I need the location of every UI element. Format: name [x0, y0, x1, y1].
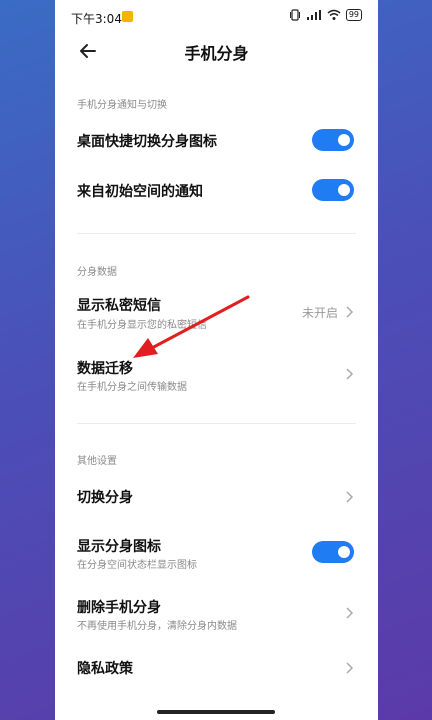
switch-clone-row[interactable]: 切换分身 — [55, 482, 378, 514]
divider — [77, 423, 356, 424]
divider — [77, 233, 356, 234]
initial-space-notice-label: 来自初始空间的通知 — [77, 184, 203, 200]
signal-icon — [306, 10, 321, 20]
chevron-right-icon — [346, 306, 354, 318]
private-sms-row[interactable]: 显示私密短信 在手机分身显示您的私密短信 未开启 — [55, 293, 378, 333]
initial-space-notice-row[interactable]: 来自初始空间的通知 — [55, 175, 378, 207]
private-sms-label: 显示私密短信 — [77, 298, 161, 314]
show-clone-icon-switch[interactable] — [312, 541, 354, 563]
home-indicator — [157, 710, 275, 714]
header: 手机分身 — [55, 34, 378, 68]
section-header-other: 其他设置 — [77, 456, 117, 467]
privacy-policy-label: 隐私政策 — [77, 661, 133, 677]
status-icons: 99 — [289, 9, 362, 21]
chevron-right-icon — [346, 607, 354, 619]
status-bar: 下午3:04 99 — [55, 0, 378, 34]
battery-icon: 99 — [345, 9, 362, 21]
page-title: 手机分身 — [184, 44, 249, 63]
chevron-right-icon — [346, 368, 354, 380]
data-migration-row[interactable]: 数据迁移 在手机分身之间传输数据 — [55, 356, 378, 396]
private-sms-sub: 在手机分身显示您的私密短信 — [77, 320, 207, 331]
private-sms-value: 未开启 — [301, 306, 338, 320]
delete-clone-row[interactable]: 删除手机分身 不再使用手机分身，清除分身内数据 — [55, 595, 378, 635]
delete-clone-sub: 不再使用手机分身，清除分身内数据 — [77, 621, 237, 632]
phone-screen: 下午3:04 99 手机分身 手机分身通知与切换 桌面快捷切换分身图标 来自初始… — [55, 0, 378, 720]
notification-icon — [122, 11, 133, 22]
data-migration-label: 数据迁移 — [77, 361, 133, 377]
desktop-toggle-switch[interactable] — [312, 129, 354, 151]
status-time: 下午3:04 — [71, 12, 122, 26]
chevron-right-icon — [346, 491, 354, 503]
chevron-right-icon — [346, 662, 354, 674]
privacy-policy-row[interactable]: 隐私政策 — [55, 655, 378, 687]
initial-space-notice-switch[interactable] — [312, 179, 354, 201]
data-migration-sub: 在手机分身之间传输数据 — [77, 382, 187, 393]
show-clone-icon-sub: 在分身空间状态栏显示图标 — [77, 560, 197, 571]
delete-clone-label: 删除手机分身 — [77, 600, 161, 616]
switch-clone-label: 切换分身 — [77, 490, 133, 506]
section-header-notifications: 手机分身通知与切换 — [77, 100, 167, 111]
desktop-toggle-row[interactable]: 桌面快捷切换分身图标 — [55, 125, 378, 157]
desktop-toggle-label: 桌面快捷切换分身图标 — [77, 134, 217, 150]
show-clone-icon-row[interactable]: 显示分身图标 在分身空间状态栏显示图标 — [55, 534, 378, 574]
wifi-icon — [327, 9, 341, 20]
show-clone-icon-label: 显示分身图标 — [77, 539, 161, 555]
section-header-data: 分身数据 — [77, 267, 117, 278]
vibrate-icon — [289, 9, 300, 21]
